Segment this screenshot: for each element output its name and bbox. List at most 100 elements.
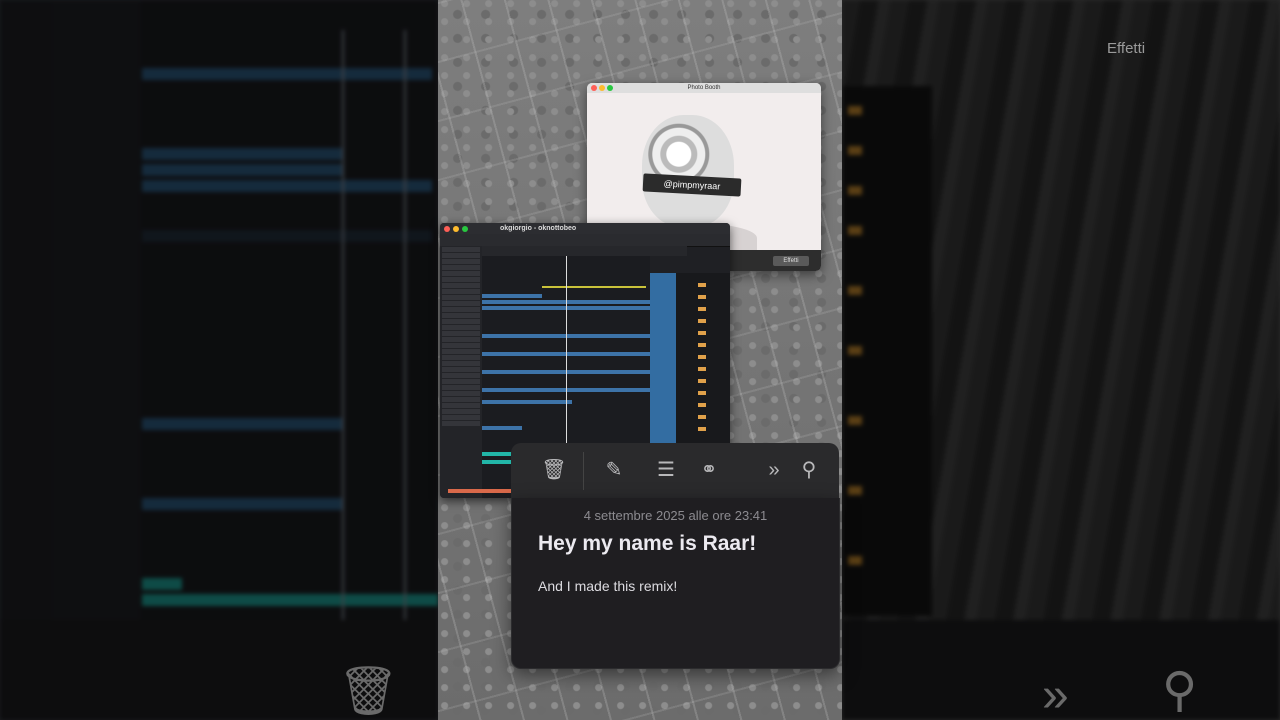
background-clip <box>142 418 342 430</box>
track-header[interactable] <box>442 247 480 252</box>
background-playhead <box>404 30 406 630</box>
background-clip <box>142 230 432 242</box>
background-clip <box>142 578 182 590</box>
track-header[interactable] <box>442 295 480 300</box>
track-header[interactable] <box>442 259 480 264</box>
track-header[interactable] <box>442 283 480 288</box>
track-header[interactable] <box>442 289 480 294</box>
track-header[interactable] <box>442 301 480 306</box>
blurred-city-background <box>842 0 1280 720</box>
audio-clip[interactable] <box>482 400 572 404</box>
track-header[interactable] <box>442 391 480 396</box>
track-header[interactable] <box>442 271 480 276</box>
track-header[interactable] <box>442 313 480 318</box>
track-header[interactable] <box>442 373 480 378</box>
track-header[interactable] <box>442 253 480 258</box>
track-header[interactable] <box>442 379 480 384</box>
minimize-window-button[interactable] <box>453 226 459 232</box>
track-header[interactable] <box>442 265 480 270</box>
collaborate-icon[interactable]: ⚭ <box>696 457 722 483</box>
daw-titlebar: okgiorgio - oknottobeo <box>440 223 730 234</box>
track-header[interactable] <box>442 397 480 402</box>
channel-strip[interactable] <box>698 319 706 323</box>
background-clip <box>142 180 432 192</box>
close-window-button[interactable] <box>591 85 597 91</box>
search-icon[interactable]: ⚲ <box>796 457 822 483</box>
background-clip <box>142 594 438 606</box>
mixer-slot <box>848 346 862 355</box>
channel-strip[interactable] <box>698 295 706 299</box>
mixer-slot <box>848 416 862 425</box>
mixer-slot <box>848 226 862 235</box>
mixer-slot <box>848 486 862 495</box>
trash-icon[interactable]: 🗑 <box>541 457 567 483</box>
fur-mask-face <box>642 115 734 227</box>
background-clip <box>142 148 342 160</box>
mixer-slot <box>848 556 862 565</box>
mixer-slot <box>848 106 862 115</box>
track-header[interactable] <box>442 385 480 390</box>
channel-strip[interactable] <box>698 355 706 359</box>
effects-button[interactable]: Effetti <box>773 256 809 266</box>
track-header[interactable] <box>442 325 480 330</box>
minimize-window-button[interactable] <box>599 85 605 91</box>
track-header[interactable] <box>442 415 480 420</box>
track-header[interactable] <box>442 367 480 372</box>
toolbar-separator <box>583 452 584 490</box>
daw-title: okgiorgio - oknottobeo <box>500 225 577 232</box>
channel-strip[interactable] <box>698 283 706 287</box>
track-header[interactable] <box>442 403 480 408</box>
track-header[interactable] <box>442 343 480 348</box>
left-sidebar-column <box>0 0 52 720</box>
ghost-trash-icon: 🗑 <box>338 665 399 718</box>
right-background-panel: Effetti » ⚲ <box>842 0 1280 720</box>
selected-channel-highlight <box>650 273 676 443</box>
ghost-search-icon: ⚲ <box>1162 664 1198 717</box>
channel-strip[interactable] <box>698 403 706 407</box>
photo-booth-titlebar: Photo Booth <box>587 83 821 93</box>
channel-strip[interactable] <box>698 379 706 383</box>
zoom-window-button[interactable] <box>462 226 468 232</box>
background-playhead <box>342 30 344 630</box>
mixer-slot <box>848 286 862 295</box>
track-header[interactable] <box>442 337 480 342</box>
track-header[interactable] <box>442 361 480 366</box>
mixer-slot <box>848 146 862 155</box>
blurred-daw-background <box>0 0 438 720</box>
library-column <box>52 0 140 720</box>
track-header[interactable] <box>442 355 480 360</box>
track-header[interactable] <box>442 349 480 354</box>
audio-clip[interactable] <box>482 426 522 430</box>
track-header[interactable] <box>442 409 480 414</box>
channel-strip[interactable] <box>698 415 706 419</box>
track-header[interactable] <box>442 319 480 324</box>
photo-booth-title: Photo Booth <box>687 85 721 91</box>
left-background-panel: 🗑 <box>0 0 438 720</box>
close-window-button[interactable] <box>444 226 450 232</box>
waveform-icon[interactable]: ☰ <box>653 457 679 483</box>
audio-clip[interactable] <box>482 294 542 298</box>
timeline-ruler[interactable] <box>482 246 687 256</box>
compose-icon[interactable]: ✎ <box>601 457 627 483</box>
note-body[interactable]: And I made this remix! <box>538 578 677 594</box>
ghost-chevrons-icon: » <box>1042 669 1069 720</box>
track-header[interactable] <box>442 277 480 282</box>
background-clip <box>142 68 432 80</box>
channel-strip[interactable] <box>698 427 706 431</box>
channel-strip[interactable] <box>698 391 706 395</box>
more-chevrons-icon[interactable]: » <box>761 457 787 483</box>
channel-strip[interactable] <box>698 331 706 335</box>
arrangement-area <box>140 0 438 720</box>
track-header[interactable] <box>442 331 480 336</box>
zoom-window-button[interactable] <box>607 85 613 91</box>
track-header[interactable] <box>442 421 480 426</box>
note-date: 4 settembre 2025 alle ore 23:41 <box>583 508 768 523</box>
track-header[interactable] <box>442 307 480 312</box>
channel-strip[interactable] <box>698 343 706 347</box>
note-title[interactable]: Hey my name is Raar! <box>538 532 756 556</box>
automation-line[interactable] <box>542 286 646 288</box>
note-content[interactable]: 4 settembre 2025 alle ore 23:41 Hey my n… <box>511 498 840 669</box>
channel-strip[interactable] <box>698 367 706 371</box>
channel-strip[interactable] <box>698 307 706 311</box>
background-clip <box>142 164 342 176</box>
